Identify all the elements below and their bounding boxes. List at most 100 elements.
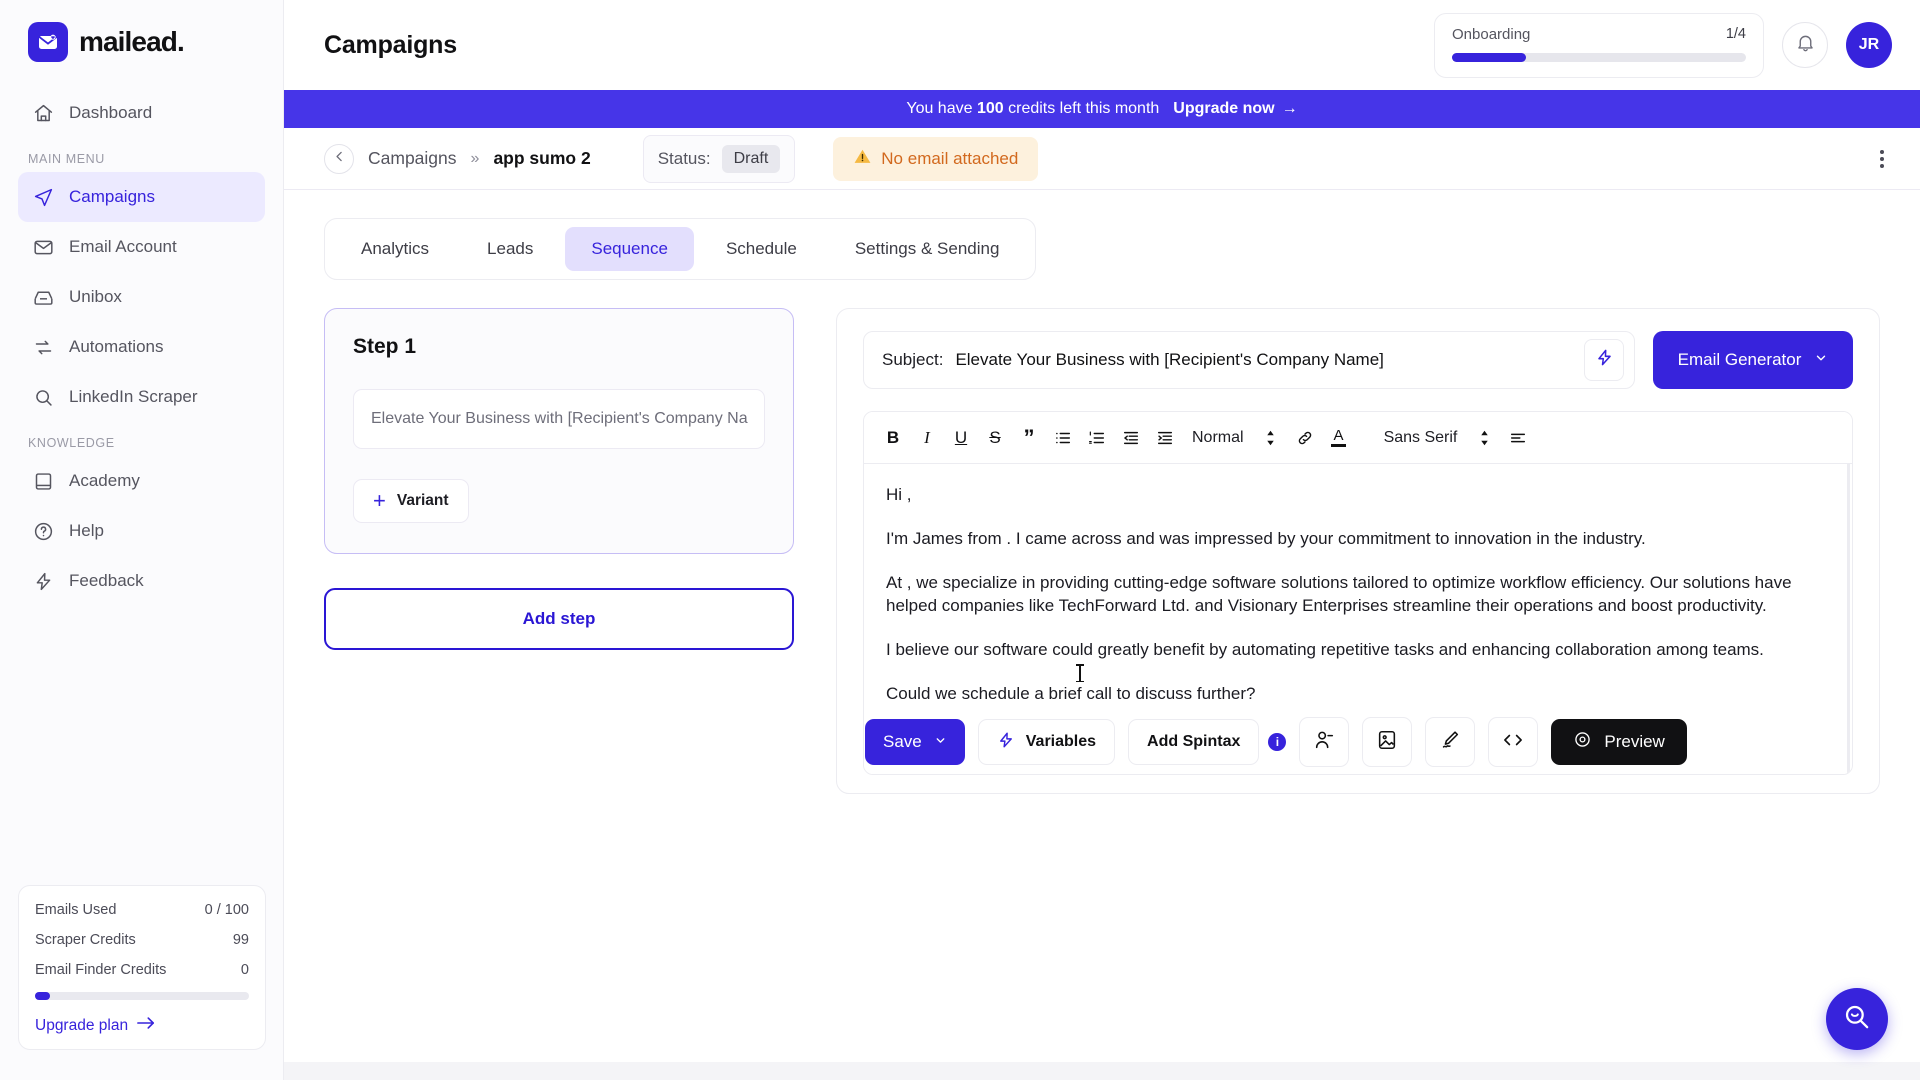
onboarding-card[interactable]: Onboarding 1/4: [1434, 12, 1764, 78]
sidebar-item-help[interactable]: Help: [18, 506, 265, 556]
sidebar-item-email-account[interactable]: Email Account: [18, 222, 265, 272]
onboarding-progress-fill: [1452, 52, 1526, 62]
avatar[interactable]: JR: [1846, 22, 1892, 68]
underline-button[interactable]: U: [946, 421, 976, 455]
status-badge: Draft: [721, 144, 781, 173]
notifications-button[interactable]: [1782, 22, 1828, 68]
kebab-dot: [1880, 149, 1884, 154]
font-family-select[interactable]: Sans Serif: [1376, 421, 1466, 455]
envelope-icon: [32, 236, 54, 258]
tab-leads[interactable]: Leads: [461, 227, 559, 271]
home-icon: [32, 102, 54, 124]
signature-button[interactable]: [1425, 717, 1476, 767]
sidebar-item-automations[interactable]: Automations: [18, 322, 265, 372]
breadcrumb-parent[interactable]: Campaigns: [368, 148, 457, 169]
sidebar-item-unibox[interactable]: Unibox: [18, 272, 265, 322]
arrow-right-icon: →: [1281, 100, 1298, 117]
indent-icon[interactable]: [1150, 421, 1180, 455]
back-button[interactable]: [324, 143, 354, 174]
banner-upgrade-link[interactable]: Upgrade now →: [1173, 100, 1297, 118]
arrow-right-icon: [137, 1016, 155, 1035]
top-bar-right: Onboarding 1/4 JR: [1434, 12, 1892, 78]
preview-button[interactable]: Preview: [1551, 719, 1687, 765]
status-chip[interactable]: Status: Draft: [642, 134, 796, 183]
upgrade-plan-link[interactable]: Upgrade plan: [35, 1016, 249, 1035]
signature-pen-icon: [1439, 729, 1461, 756]
subject-ai-button[interactable]: [1584, 339, 1624, 381]
editor-toolbar: B I U S ” Normal A Sans Serif: [864, 412, 1852, 464]
sidebar-item-feedback[interactable]: Feedback: [18, 556, 265, 606]
search-fab-button[interactable]: [1826, 988, 1888, 1050]
italic-button[interactable]: I: [912, 421, 942, 455]
tab-schedule[interactable]: Schedule: [700, 227, 823, 271]
block-format-stepper[interactable]: [1256, 421, 1286, 455]
sidebar-item-linkedin-scraper[interactable]: LinkedIn Scraper: [18, 372, 265, 422]
sidebar-section-main-menu: MAIN MENU: [28, 152, 105, 166]
source-code-button[interactable]: [1488, 717, 1539, 767]
insert-image-button[interactable]: [1362, 717, 1413, 767]
credits-prefix: You have: [906, 100, 973, 117]
block-format-select[interactable]: Normal: [1184, 421, 1252, 455]
numbered-list-icon[interactable]: [1082, 421, 1112, 455]
mail-heart-icon: [28, 22, 68, 62]
breadcrumb: Campaigns » app sumo 2 Status: Draft No …: [284, 128, 1920, 190]
variables-button[interactable]: Variables: [977, 719, 1116, 765]
add-spintax-button[interactable]: Add Spintax: [1128, 719, 1260, 765]
outdent-icon[interactable]: [1116, 421, 1146, 455]
subject-input[interactable]: Elevate Your Business with [Recipient's …: [955, 350, 1572, 370]
bold-button[interactable]: B: [878, 421, 908, 455]
content-area: Analytics Leads Sequence Schedule Settin…: [284, 190, 1920, 1080]
add-variant-button[interactable]: + Variant: [353, 479, 469, 523]
main-area: Campaigns Onboarding 1/4 JR You have 100…: [284, 0, 1920, 1080]
step-card[interactable]: Step 1 Elevate Your Business with [Recip…: [324, 308, 794, 554]
font-family-stepper[interactable]: [1469, 421, 1499, 455]
add-step-button[interactable]: Add step: [324, 588, 794, 650]
usage-progress-fill: [35, 992, 50, 1000]
link-icon[interactable]: [1290, 421, 1320, 455]
bullet-list-icon[interactable]: [1048, 421, 1078, 455]
brand-name: mailead.: [79, 26, 185, 57]
page-title: Campaigns: [324, 30, 457, 59]
sidebar-item-label: Automations: [69, 337, 164, 356]
sidebar: mailead. Dashboard MAIN MENU Campaigns E…: [0, 0, 284, 1080]
blockquote-button[interactable]: ”: [1014, 421, 1044, 455]
usage-value: 0 / 100: [204, 902, 249, 918]
more-options-button[interactable]: [1872, 142, 1892, 176]
subject-input-wrap[interactable]: Subject: Elevate Your Business with [Rec…: [863, 331, 1635, 389]
usage-progress-bar: [35, 992, 249, 1000]
editor-action-bar: Save Variables Add Spintax i Preview: [863, 717, 1853, 767]
unsubscribe-link-button[interactable]: [1299, 717, 1350, 767]
kebab-dot: [1880, 163, 1884, 168]
sidebar-item-dashboard[interactable]: Dashboard: [18, 88, 265, 138]
email-generator-label: Email Generator: [1677, 350, 1802, 369]
banner-upgrade-label: Upgrade now: [1173, 100, 1275, 117]
sidebar-item-academy[interactable]: Academy: [18, 456, 265, 506]
status-label: Status:: [657, 148, 711, 168]
text-color-button[interactable]: A: [1324, 421, 1354, 455]
step-subject-preview[interactable]: Elevate Your Business with [Recipient's …: [353, 389, 765, 449]
editor-column: Subject: Elevate Your Business with [Rec…: [836, 308, 1880, 794]
chevron-down-icon: [1814, 350, 1828, 370]
strikethrough-button[interactable]: S: [980, 421, 1010, 455]
tab-settings-sending[interactable]: Settings & Sending: [829, 227, 1026, 271]
onboarding-label: Onboarding: [1452, 25, 1531, 43]
onboarding-head: Onboarding 1/4: [1452, 26, 1746, 43]
breadcrumb-current: app sumo 2: [493, 148, 591, 168]
tab-sequence[interactable]: Sequence: [565, 227, 694, 271]
inbox-icon: [32, 286, 54, 308]
body-paragraph: I'm James from . I came across and was i…: [886, 528, 1646, 548]
brand-logo[interactable]: mailead.: [0, 0, 283, 62]
tab-bar: Analytics Leads Sequence Schedule Settin…: [324, 218, 1037, 280]
chevron-updown-icon: [1265, 429, 1276, 447]
save-button[interactable]: Save: [865, 719, 965, 765]
subject-row: Subject: Elevate Your Business with [Rec…: [863, 331, 1853, 389]
text-color-glyph: A: [1333, 427, 1344, 445]
align-icon[interactable]: [1503, 421, 1533, 455]
email-generator-button[interactable]: Email Generator: [1653, 331, 1853, 389]
sidebar-item-campaigns[interactable]: Campaigns: [18, 172, 265, 222]
bell-icon: [1795, 32, 1816, 58]
spintax-info-icon[interactable]: i: [1268, 733, 1287, 751]
no-email-warning: No email attached: [833, 136, 1039, 181]
tab-analytics[interactable]: Analytics: [335, 227, 455, 271]
warning-text: No email attached: [881, 148, 1019, 168]
